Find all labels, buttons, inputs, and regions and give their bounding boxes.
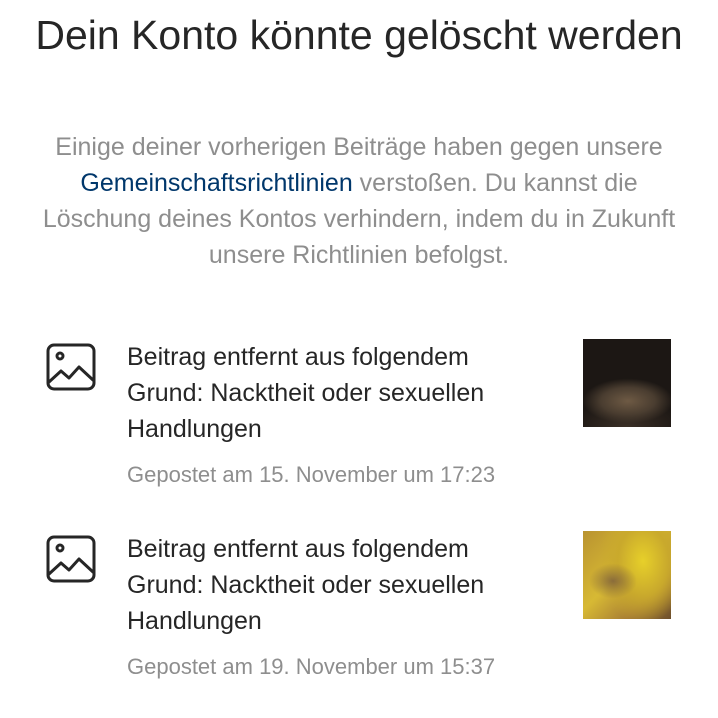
image-icon [46,343,96,393]
removal-reason: Beitrag entfernt aus folgendem Grund: Na… [127,343,485,443]
account-warning-page: Dein Konto könnte gelöscht werden Einige… [0,0,718,718]
post-thumbnail[interactable] [583,339,671,427]
removed-post-item[interactable]: Beitrag entfernt aus folgendem Grund: Na… [0,339,718,509]
post-date: Gepostet am 15. November um 17:23 [127,462,496,487]
community-guidelines-link[interactable]: Gemeinschaftsrichtlinien [80,169,352,197]
removed-post-item[interactable]: Beitrag entfernt aus folgendem Grund: Na… [0,531,718,701]
image-icon [46,535,96,585]
removal-reason: Beitrag entfernt aus folgendem Grund: Na… [127,535,485,635]
post-date: Gepostet am 19. November um 15:37 [127,654,496,679]
warning-description: Einige deiner vorherigen Beiträge haben … [40,129,678,273]
page-title: Dein Konto könnte gelöscht werden [35,12,683,58]
description-text-before: Einige deiner vorherigen Beiträge haben … [55,133,663,161]
post-thumbnail[interactable] [583,531,671,619]
